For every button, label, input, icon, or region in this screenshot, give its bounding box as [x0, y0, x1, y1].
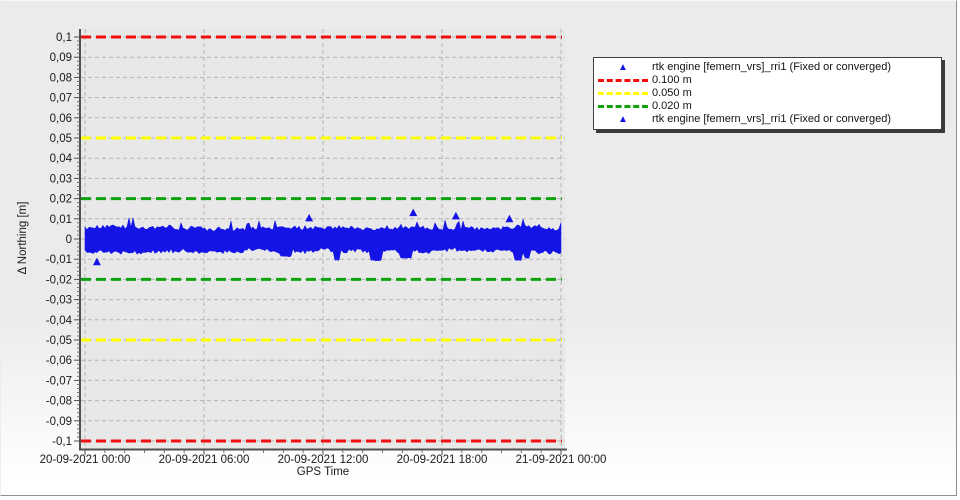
y-tick-label: -0,1 [52, 436, 72, 448]
legend-item: 0.020 m [594, 100, 941, 113]
legend-item-label: rtk engine [femern_vrs]_rri1 (Fixed or c… [652, 61, 891, 74]
y-tick-label: 0,05 [50, 133, 72, 145]
triangle-marker-icon: ▲ [594, 63, 652, 73]
y-tick-label: 0,01 [50, 214, 72, 226]
x-axis-title: GPS Time [263, 466, 383, 478]
legend: ▲ rtk engine [femern_vrs]_rri1 (Fixed or … [593, 57, 942, 130]
y-tick-label: -0,04 [46, 315, 73, 327]
dashed-line-icon [594, 105, 652, 108]
triangle-marker-icon: ▲ [618, 63, 628, 73]
y-ticks [74, 37, 80, 441]
legend-item: ▲ rtk engine [femern_vrs]_rri1 (Fixed or … [594, 61, 941, 74]
x-tick-label: 20-09-2021 06:00 [159, 454, 250, 466]
y-tick-label: -0,09 [46, 416, 72, 428]
legend-item: 0.100 m [594, 74, 941, 87]
y-tick-label: 0,07 [50, 93, 72, 105]
y-tick-label: 0,06 [50, 113, 72, 125]
y-tick-label: -0,05 [46, 335, 72, 347]
dashed-line-icon [598, 79, 648, 82]
y-tick-label: 0,09 [50, 52, 72, 64]
legend-item-label: 0.050 m [652, 87, 692, 100]
y-tick-label: -0,02 [46, 274, 72, 286]
dashed-line-icon [598, 105, 648, 108]
x-tick-label: 20-09-2021 12:00 [278, 454, 369, 466]
x-tick-label: 20-09-2021 00:00 [40, 454, 131, 466]
legend-item: 0.050 m [594, 87, 941, 100]
y-tick-label: -0,08 [46, 396, 72, 408]
y-tick-label: 0,1 [56, 32, 72, 44]
y-tick-label: 0 [66, 234, 72, 246]
y-tick-labels: 0,1 0,09 0,08 0,07 0,06 0,05 0,04 0,03 0,02 0,01 0… [46, 32, 73, 448]
y-tick-label: 0,03 [50, 173, 72, 185]
legend-item-label: 0.020 m [652, 100, 692, 113]
y-tick-label: -0,06 [46, 355, 72, 367]
y-axis-title: Δ Northing [m] [17, 178, 29, 298]
y-tick-label: -0,03 [46, 295, 72, 307]
dashed-line-icon [594, 79, 652, 82]
x-tick-labels: 20-09-2021 00:00 20-09-2021 06:00 20-09-20… [40, 454, 607, 466]
legend-item: ▲ rtk engine [femern_vrs]_rri1 (Fixed or … [594, 113, 941, 126]
y-tick-label: 0,02 [50, 194, 72, 206]
x-tick-label: 20-09-2021 18:00 [397, 454, 488, 466]
dashed-line-icon [594, 92, 652, 95]
y-tick-label: -0,07 [46, 375, 72, 387]
y-tick-label: -0,01 [46, 254, 72, 266]
y-tick-label: 0,08 [50, 72, 72, 84]
legend-item-label: rtk engine [femern_vrs]_rri1 (Fixed or c… [652, 113, 891, 126]
dashed-line-icon [598, 92, 648, 95]
triangle-marker-icon: ▲ [594, 115, 652, 125]
chart-panel: 0,1 0,09 0,08 0,07 0,06 0,05 0,04 0,03 0,02 0,01 0… [0, 0, 957, 496]
y-tick-label: 0,04 [50, 153, 73, 165]
legend-item-label: 0.100 m [652, 74, 692, 87]
x-tick-label: 21-09-2021 00:00 [516, 454, 607, 466]
triangle-marker-icon: ▲ [618, 115, 628, 125]
